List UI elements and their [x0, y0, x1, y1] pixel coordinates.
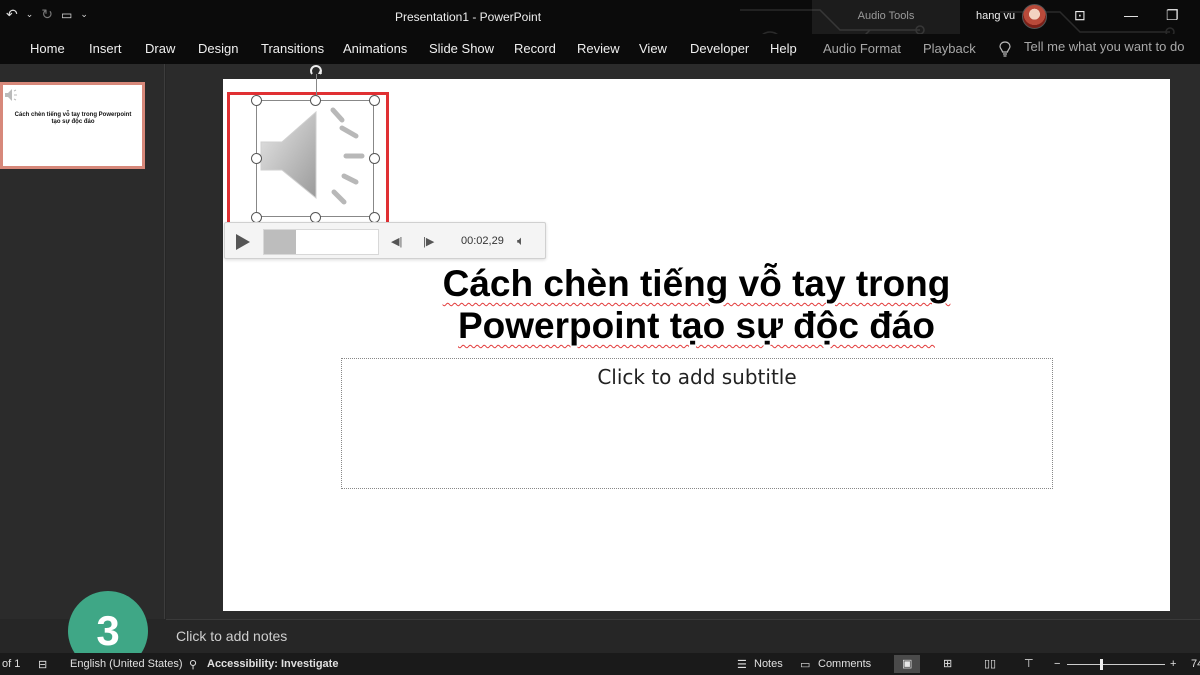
- tab-record[interactable]: Record: [514, 41, 556, 56]
- slide-title-line-2: Powerpoint tạo sự độc đáo: [458, 305, 935, 346]
- play-icon[interactable]: [236, 234, 250, 250]
- slide-sorter-view-button[interactable]: ⊞: [935, 655, 961, 673]
- audio-player-bar: ◀︎| |▶︎ 00:02,29 🔈︎: [224, 222, 546, 259]
- tab-help[interactable]: Help: [770, 41, 797, 56]
- rotate-handle-icon[interactable]: [309, 64, 325, 76]
- slide-title[interactable]: Cách chèn tiếng vỗ tay trong Powerpoint …: [283, 263, 1110, 347]
- title-bar: ↶ ⌄ ↻ ▭ ⌄ Presentation1 - PowerPoint Aud…: [0, 0, 1200, 57]
- status-bar: of 1 ⊟ English (United States) ⚲ Accessi…: [0, 653, 1200, 675]
- powerpoint-window: ↶ ⌄ ↻ ▭ ⌄ Presentation1 - PowerPoint Aud…: [0, 0, 1200, 675]
- tab-view[interactable]: View: [639, 41, 667, 56]
- reading-view-button[interactable]: ▯▯: [976, 655, 1002, 673]
- user-name[interactable]: hang vu: [976, 10, 1015, 22]
- notes-toggle-icon[interactable]: ☰: [737, 658, 747, 671]
- tab-design[interactable]: Design: [198, 41, 238, 56]
- subtitle-placeholder[interactable]: Click to add subtitle: [341, 358, 1053, 489]
- zoom-out-icon[interactable]: −: [1054, 658, 1060, 670]
- zoom-level[interactable]: 74: [1191, 658, 1200, 670]
- tab-audio-format[interactable]: Audio Format: [823, 41, 901, 56]
- avatar[interactable]: [1022, 4, 1047, 29]
- resize-handle-top-right[interactable]: [369, 95, 380, 106]
- audio-time: 00:02,29: [461, 235, 504, 247]
- slide-thumbnail-pane: Cách chèn tiếng vỗ tay trong Powerpoint …: [0, 64, 165, 671]
- tab-animations[interactable]: Animations: [343, 41, 407, 56]
- ribbon-display-options-icon[interactable]: ⊡: [1074, 7, 1086, 24]
- thumbnail-title: Cách chèn tiếng vỗ tay trong Powerpoint …: [14, 112, 132, 125]
- tab-transitions[interactable]: Transitions: [261, 41, 324, 56]
- accessibility-status[interactable]: Accessibility: Investigate: [207, 658, 338, 670]
- tab-playback[interactable]: Playback: [923, 41, 976, 56]
- zoom-in-icon[interactable]: +: [1170, 658, 1176, 670]
- notes-placeholder: Click to add notes: [176, 628, 288, 644]
- slide-thumbnail-1[interactable]: Cách chèn tiếng vỗ tay trong Powerpoint …: [0, 82, 145, 169]
- comments-icon[interactable]: ▭: [800, 658, 810, 671]
- resize-handle-right[interactable]: [369, 153, 380, 164]
- tab-review[interactable]: Review: [577, 41, 620, 56]
- slide-title-line-1: Cách chèn tiếng vỗ tay trong: [442, 263, 951, 304]
- speaker-icon: [5, 89, 17, 101]
- audio-speaker-icon[interactable]: [256, 100, 374, 217]
- tab-home[interactable]: Home: [30, 41, 65, 56]
- skip-forward-icon[interactable]: |▶︎: [423, 235, 434, 248]
- subtitle-placeholder-text: Click to add subtitle: [597, 365, 797, 389]
- zoom-slider-thumb[interactable]: [1100, 659, 1103, 670]
- tab-insert[interactable]: Insert: [89, 41, 122, 56]
- resize-handle-top-left[interactable]: [251, 95, 262, 106]
- skip-back-icon[interactable]: ◀︎|: [391, 235, 402, 248]
- tab-developer[interactable]: Developer: [690, 41, 749, 56]
- lightbulb-icon: [999, 41, 1011, 57]
- audio-progress-fill: [264, 230, 296, 254]
- language-indicator[interactable]: English (United States): [70, 658, 183, 670]
- normal-view-button[interactable]: ▣: [894, 655, 920, 673]
- zoom-slider[interactable]: [1067, 664, 1165, 665]
- document-title: Presentation1 - PowerPoint: [394, 10, 542, 24]
- resize-handle-top[interactable]: [310, 95, 321, 106]
- volume-icon[interactable]: 🔈︎: [517, 233, 525, 249]
- audio-tools-label: Audio Tools: [857, 10, 915, 22]
- tab-slide-show[interactable]: Slide Show: [429, 41, 494, 56]
- notes-toggle-label[interactable]: Notes: [754, 658, 783, 670]
- resize-handle-left[interactable]: [251, 153, 262, 164]
- tell-me-search[interactable]: Tell me what you want to do: [1024, 39, 1184, 54]
- rotation-stem: [316, 74, 317, 96]
- accessibility-icon[interactable]: ⚲: [189, 658, 197, 671]
- spelling-check-icon[interactable]: ⊟: [38, 658, 47, 671]
- slideshow-view-button[interactable]: ⊤: [1016, 655, 1042, 673]
- notes-pane[interactable]: Click to add notes: [166, 619, 1200, 653]
- slide-counter: of 1: [2, 658, 21, 670]
- tab-draw[interactable]: Draw: [145, 41, 175, 56]
- comments-label[interactable]: Comments: [818, 658, 871, 670]
- restore-icon[interactable]: ❐: [1166, 7, 1179, 24]
- audio-progress-track[interactable]: [263, 229, 379, 255]
- ribbon-tabs: Home Insert Draw Design Transitions Anim…: [0, 34, 1200, 64]
- minimize-icon[interactable]: —: [1124, 7, 1138, 23]
